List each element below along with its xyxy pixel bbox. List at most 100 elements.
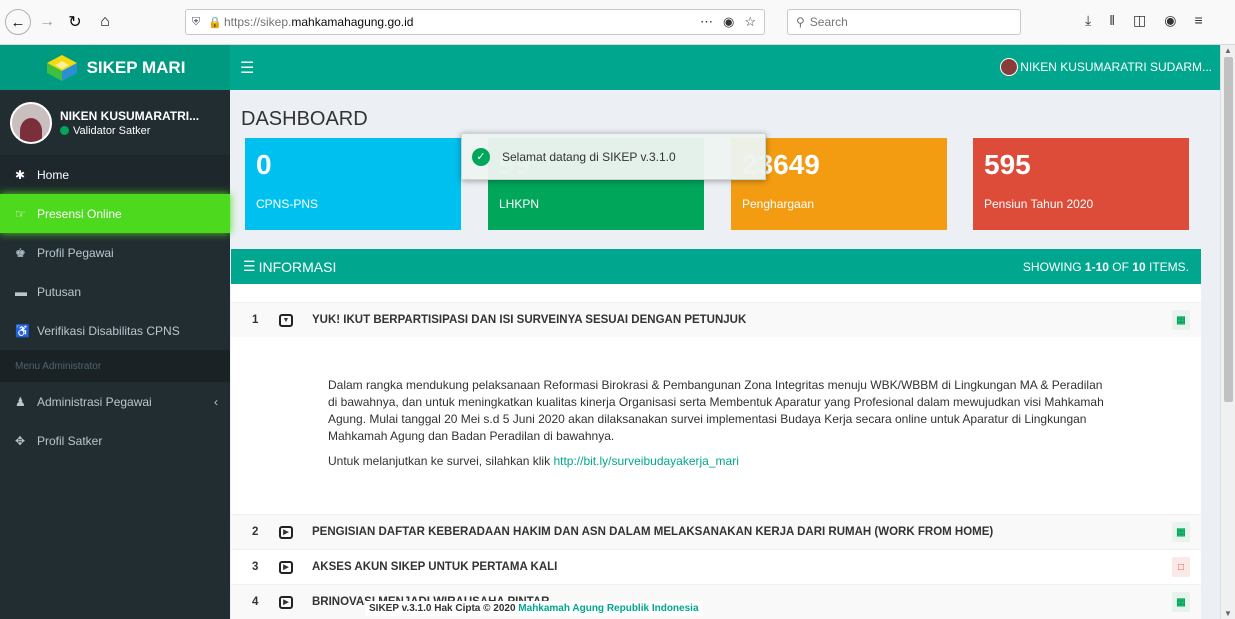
scrollbar[interactable]: ▲ ▼ xyxy=(1220,45,1235,619)
hand-icon: ☞ xyxy=(15,206,26,221)
sidebar-item-label: Profil Satker xyxy=(37,433,103,448)
sidebar-icon[interactable]: ◫ xyxy=(1133,12,1146,29)
pdf-file-icon[interactable]: □ xyxy=(1172,557,1190,577)
url-bar[interactable]: ⛨ 🔒 https://sikep.mahkamahagung.go.id ⋯ … xyxy=(185,9,765,35)
pocket-icon[interactable]: ◉ xyxy=(723,14,734,30)
list-item[interactable]: 2 ▶ PENGISIAN DAFTAR KEBERADAAN HAKIM DA… xyxy=(231,514,1201,549)
user-name: NIKEN KUSUMARATRI SUDARM... xyxy=(1020,60,1212,74)
user-icon: ♟ xyxy=(15,394,26,409)
user-menu[interactable]: NIKEN KUSUMARATRI SUDARM... xyxy=(1000,58,1212,76)
app-logo[interactable]: SIKEP MARI xyxy=(0,45,230,90)
excel-file-icon[interactable]: ▦ xyxy=(1172,522,1190,542)
check-icon: ✓ xyxy=(472,147,490,166)
user-panel: NIKEN KUSUMARATRI... Validator Satker xyxy=(0,90,230,155)
reload-button[interactable]: ↻ xyxy=(63,10,87,34)
informasi-panel: ☰ INFORMASI SHOWING 1-10 OF 10 ITEMS. 1 … xyxy=(231,249,1201,619)
toast-message: Selamat datang di SIKEP v.3.1.0 xyxy=(502,149,676,164)
user-secret-icon: ♚ xyxy=(15,245,26,260)
main-content: DASHBOARD 0 CPNS-PNS 99 LHKPN 23649 Peng… xyxy=(230,90,1220,619)
stat-box-cpns[interactable]: 0 CPNS-PNS xyxy=(245,138,461,230)
more-icon[interactable]: ⋯ xyxy=(700,14,713,30)
excel-file-icon[interactable]: ▦ xyxy=(1172,592,1190,612)
shield-icon[interactable]: ⛨ xyxy=(186,16,206,29)
sidebar-item-administrasi-pegawai[interactable]: ♟ Administrasi Pegawai ‹ xyxy=(0,382,230,421)
menu-icon[interactable]: ≡ xyxy=(1194,12,1202,29)
info-list: 1 ▼ YUK! IKUT BERPARTISIPASI DAN ISI SUR… xyxy=(231,302,1201,619)
item-index: 2 xyxy=(252,526,259,538)
stat-label: Penghargaan xyxy=(742,197,815,211)
sidebar: NIKEN KUSUMARATRI... Validator Satker ✱ … xyxy=(0,90,230,619)
caret-square-right-icon[interactable]: ▶ xyxy=(279,525,293,539)
user-status: Validator Satker xyxy=(60,125,199,137)
item-title[interactable]: YUK! IKUT BERPARTISIPASI DAN ISI SURVEIN… xyxy=(312,314,746,326)
survey-link[interactable]: http://bit.ly/surveibudayakerja_mari xyxy=(553,454,738,468)
search-icon: ⚲ xyxy=(796,15,805,29)
item-detail-text: Dalam rangka mendukung pelaksanaan Refor… xyxy=(328,378,1104,443)
forward-button[interactable]: → xyxy=(35,10,59,34)
bookmark-star-icon[interactable]: ☆ xyxy=(744,14,756,30)
footer-link[interactable]: Mahkamah Agung Republik Indonesia xyxy=(518,603,698,614)
item-index: 1 xyxy=(252,314,259,326)
item-index: 3 xyxy=(252,561,259,573)
item-detail: Dalam rangka mendukung pelaksanaan Refor… xyxy=(231,337,1201,514)
sidebar-item-verifikasi-disabilitas[interactable]: ♿ Verifikasi Disabilitas CPNS xyxy=(0,311,230,350)
scroll-up-icon[interactable]: ▲ xyxy=(1224,46,1232,55)
app-name: SIKEP MARI xyxy=(86,57,186,77)
list-item[interactable]: 1 ▼ YUK! IKUT BERPARTISIPASI DAN ISI SUR… xyxy=(231,302,1201,337)
home-icon: ✱ xyxy=(15,167,26,182)
sidebar-item-profil-satker[interactable]: ✥ Profil Satker xyxy=(0,421,230,460)
list-icon: ☰ xyxy=(243,258,256,274)
item-index: 4 xyxy=(252,596,259,608)
sidebar-item-putusan[interactable]: ▬ Putusan xyxy=(0,272,230,311)
sidebar-item-label: Profil Pegawai xyxy=(37,245,114,260)
panel-title: INFORMASI xyxy=(258,258,337,275)
menu-header: Menu Administrator xyxy=(0,350,230,382)
welcome-toast[interactable]: ✓ Selamat datang di SIKEP v.3.1.0 xyxy=(461,133,766,180)
stat-label: CPNS-PNS xyxy=(256,197,319,211)
search-box[interactable]: ⚲ xyxy=(787,9,1021,35)
logo-icon xyxy=(46,54,77,81)
caret-square-right-icon[interactable]: ▶ xyxy=(279,560,293,574)
arrows-icon: ✥ xyxy=(15,433,26,448)
footer: SIKEP v.3.1.0 Hak Cipta © 2020 Mahkamah … xyxy=(365,601,703,616)
lock-icon[interactable]: 🔒 xyxy=(206,16,224,29)
user-role: Validator Satker xyxy=(73,124,151,137)
item-title[interactable]: AKSES AKUN SIKEP UNTUK PERTAMA KALI xyxy=(312,561,557,573)
sidebar-item-label: Home xyxy=(37,167,70,182)
wheelchair-icon: ♿ xyxy=(15,323,30,338)
url-text[interactable]: https://sikep.mahkamahagung.go.id xyxy=(224,15,413,29)
stat-label: LHKPN xyxy=(499,197,540,211)
survey-link-line: Untuk melanjutkan ke survei, silahkan kl… xyxy=(328,454,739,468)
search-input[interactable] xyxy=(809,15,990,29)
panel-header: ☰ INFORMASI SHOWING 1-10 OF 10 ITEMS. xyxy=(231,249,1201,284)
library-icon[interactable]: ‖ xyxy=(1109,12,1115,29)
sidebar-toggle-icon[interactable]: ☰ xyxy=(240,58,254,78)
caret-square-right-icon[interactable]: ▶ xyxy=(279,595,293,609)
back-button[interactable]: ← xyxy=(5,9,31,35)
sidebar-item-presensi-online[interactable]: ☞ Presensi Online xyxy=(0,194,230,233)
account-icon[interactable]: ◉ xyxy=(1164,12,1176,29)
caret-square-down-icon[interactable]: ▼ xyxy=(279,313,293,327)
stat-value: 595 xyxy=(984,149,1031,180)
user-name: NIKEN KUSUMARATRI... xyxy=(60,108,200,123)
browser-toolbar: ← → ↻ ⌂ ⛨ 🔒 https://sikep.mahkamahagung.… xyxy=(0,0,1235,45)
list-item[interactable]: 3 ▶ AKSES AKUN SIKEP UNTUK PERTAMA KALI … xyxy=(231,549,1201,584)
scroll-thumb[interactable] xyxy=(1224,57,1233,402)
sidebar-item-label: Putusan xyxy=(37,284,82,299)
stat-value: 0 xyxy=(256,149,272,180)
home-button[interactable]: ⌂ xyxy=(93,10,117,34)
excel-file-icon[interactable]: ▦ xyxy=(1172,310,1190,330)
sidebar-item-home[interactable]: ✱ Home xyxy=(0,155,230,194)
sidebar-item-label: Presensi Online xyxy=(37,206,122,221)
stat-label: Pensiun Tahun 2020 xyxy=(984,197,1094,211)
pagination-summary: SHOWING 1-10 OF 10 ITEMS. xyxy=(1022,259,1189,274)
scroll-down-icon[interactable]: ▼ xyxy=(1224,609,1232,618)
avatar xyxy=(10,101,52,144)
sidebar-item-profil-pegawai[interactable]: ♚ Profil Pegawai xyxy=(0,233,230,272)
download-icon[interactable]: ⤓ xyxy=(1085,12,1091,29)
chevron-left-icon: ‹ xyxy=(214,394,218,409)
sidebar-item-label: Administrasi Pegawai xyxy=(37,394,152,409)
page-title: DASHBOARD xyxy=(241,108,368,130)
stat-box-pensiun[interactable]: 595 Pensiun Tahun 2020 xyxy=(973,138,1189,230)
item-title[interactable]: PENGISIAN DAFTAR KEBERADAAN HAKIM DAN AS… xyxy=(312,526,993,538)
